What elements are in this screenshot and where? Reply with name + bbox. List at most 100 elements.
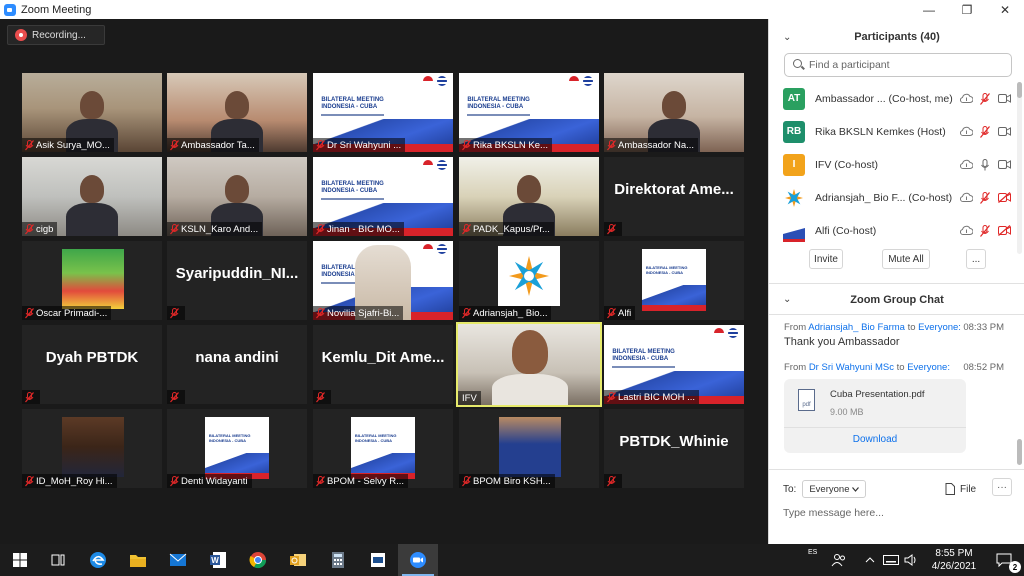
message-sender[interactable]: Dr Sri Wahyuni MSc [809, 362, 894, 373]
participant-name-bar [604, 222, 622, 236]
recipient-select[interactable]: Everyone [802, 480, 867, 498]
camera-off-icon[interactable] [997, 191, 1011, 205]
mic-muted-icon [22, 306, 36, 320]
video-tile[interactable]: Ambassador Na... [604, 73, 744, 152]
video-tile[interactable]: ID_MoH_Roy Hi... [22, 409, 162, 488]
chat-message-input[interactable] [783, 504, 1003, 522]
people-button[interactable] [824, 544, 854, 576]
taskbar-outlook[interactable] [278, 544, 318, 576]
taskbar-file-explorer[interactable] [118, 544, 158, 576]
video-tile[interactable]: BPOM Biro KSH... [459, 409, 599, 488]
download-button[interactable]: Download [784, 434, 966, 445]
video-tile[interactable]: Dyah PBTDK [22, 325, 162, 404]
chat-more-button[interactable]: ··· [992, 478, 1012, 496]
cuba-flag-icon [728, 328, 738, 339]
bio-farma-logo-icon [498, 246, 560, 306]
chat-scrollbar[interactable] [1017, 439, 1022, 465]
camera-icon[interactable] [997, 125, 1011, 139]
task-view-button[interactable] [38, 544, 78, 576]
participant-name: BPOM Biro KSH... [473, 475, 551, 487]
mute-all-button[interactable]: Mute All [882, 249, 930, 269]
video-tile[interactable]: PADK_Kapus/Pr... [459, 157, 599, 236]
video-tile[interactable]: Asik Surya_MO... [22, 73, 162, 152]
to-label: to [896, 362, 905, 373]
camera-icon[interactable] [997, 158, 1011, 172]
volume-button[interactable] [900, 544, 922, 576]
message-recipient[interactable]: Everyone: [918, 322, 961, 333]
participant-row[interactable]: AT Ambassador ... (Co-host, me) [769, 82, 1017, 115]
camera-icon[interactable] [997, 92, 1011, 106]
video-tile[interactable]: KSLN_Karo And... [167, 157, 307, 236]
video-tile[interactable]: nana andini [167, 325, 307, 404]
start-button[interactable] [0, 544, 40, 576]
mic-muted-icon [313, 390, 327, 404]
taskbar-zoom[interactable] [398, 544, 438, 576]
taskbar-calculator[interactable] [318, 544, 358, 576]
video-tile[interactable]: BILATERAL MEETING INDONESIA - CUBA Novilia… [313, 241, 453, 320]
participant-row[interactable]: RB Rika BKSLN Kemkes (Host) [769, 115, 1017, 148]
participant-name: Rika BKSLN Ke... [473, 139, 548, 151]
participant-row[interactable]: I IFV (Co-host) [769, 148, 1017, 181]
send-file-button[interactable]: File [945, 480, 976, 498]
mic-icon[interactable] [978, 158, 992, 172]
video-tile[interactable]: PBTDK_Whinie [604, 409, 744, 488]
taskbar-chrome[interactable] [238, 544, 278, 576]
taskbar-mail[interactable] [158, 544, 198, 576]
video-tile[interactable]: Adriansjah_ Bio... [459, 241, 599, 320]
mic-muted-icon [604, 390, 618, 404]
participant-video-figure [66, 203, 118, 236]
folder-icon [130, 555, 146, 567]
shared-slide: BILATERAL MEETING INDONESIA - CUBA [351, 417, 415, 479]
message-sender[interactable]: Adriansjah_ Bio Farma [808, 322, 905, 333]
input-language[interactable]: ES [808, 549, 817, 556]
video-tile[interactable]: IFV [456, 322, 602, 407]
cuba-flag-icon [437, 244, 447, 255]
mic-muted-icon[interactable] [978, 92, 992, 106]
invite-button[interactable]: Invite [809, 249, 843, 269]
keyboard-button[interactable] [880, 544, 902, 576]
mic-muted-icon [604, 222, 618, 236]
taskbar-app[interactable] [358, 544, 398, 576]
show-hidden-icons[interactable] [858, 544, 882, 576]
message-recipient[interactable]: Everyone: [907, 362, 950, 373]
chat-input-divider [769, 469, 1024, 470]
video-tile[interactable]: BILATERAL MEETING INDONESIA - CUBA Dr Sri … [313, 73, 453, 152]
video-tile[interactable]: BILATERAL MEETING INDONESIA - CUBA Jinan -… [313, 157, 453, 236]
file-attachment[interactable]: pdf Cuba Presentation.pdf 9.00 MB Downlo… [784, 379, 966, 453]
video-tile[interactable]: cigb [22, 157, 162, 236]
video-tile[interactable]: BILATERAL MEETING INDONESIA - CUBA BPOM - … [313, 409, 453, 488]
recording-indicator[interactable]: Recording... [7, 25, 105, 45]
video-tile[interactable]: BILATERAL MEETING INDONESIA - CUBA Alfi [604, 241, 744, 320]
video-tile[interactable]: Oscar Primadi-... [22, 241, 162, 320]
video-tile[interactable]: Kemlu_Dit Ame... [313, 325, 453, 404]
action-center-button[interactable]: 2 [986, 544, 1022, 576]
shared-slide: BILATERAL MEETING INDONESIA - CUBA [205, 417, 269, 479]
mic-muted-icon[interactable] [978, 191, 992, 205]
video-tile[interactable]: Direktorat Ame... [604, 157, 744, 236]
participant-scrollbar[interactable] [1017, 82, 1022, 98]
taskbar-edge[interactable] [78, 544, 118, 576]
video-tile[interactable]: BILATERAL MEETING INDONESIA - CUBA Lastri … [604, 325, 744, 404]
video-tile[interactable]: BILATERAL MEETING INDONESIA - CUBA Rika BK… [459, 73, 599, 152]
participants-more-button[interactable]: ... [966, 249, 986, 269]
participant-row[interactable]: Adriansjah_ Bio F... (Co-host) [769, 181, 1017, 214]
participant-status-icons [959, 125, 1011, 139]
participant-row[interactable]: Alfi (Co-host) [769, 214, 1017, 247]
mic-muted-icon [167, 138, 181, 152]
video-tile[interactable]: Ambassador Ta... [167, 73, 307, 152]
taskbar-word[interactable]: W [198, 544, 238, 576]
participant-search[interactable] [784, 53, 1012, 77]
participant-search-input[interactable] [809, 59, 999, 71]
camera-off-icon[interactable] [997, 224, 1011, 238]
mic-muted-icon[interactable] [978, 224, 992, 238]
mic-muted-icon[interactable] [978, 125, 992, 139]
video-tile[interactable]: BILATERAL MEETING INDONESIA - CUBA Denti W… [167, 409, 307, 488]
windows-logo-icon [13, 553, 27, 567]
taskbar-clock[interactable]: 8:55 PM 4/26/2021 [920, 547, 988, 573]
video-tile[interactable]: Syaripuddin_NI... [167, 241, 307, 320]
maximize-button[interactable]: ❐ [948, 0, 986, 19]
mic-muted-icon [604, 138, 618, 152]
close-button[interactable]: ✕ [986, 0, 1024, 19]
minimize-button[interactable]: — [910, 0, 948, 19]
participant-name: ID_MoH_Roy Hi... [36, 475, 113, 487]
